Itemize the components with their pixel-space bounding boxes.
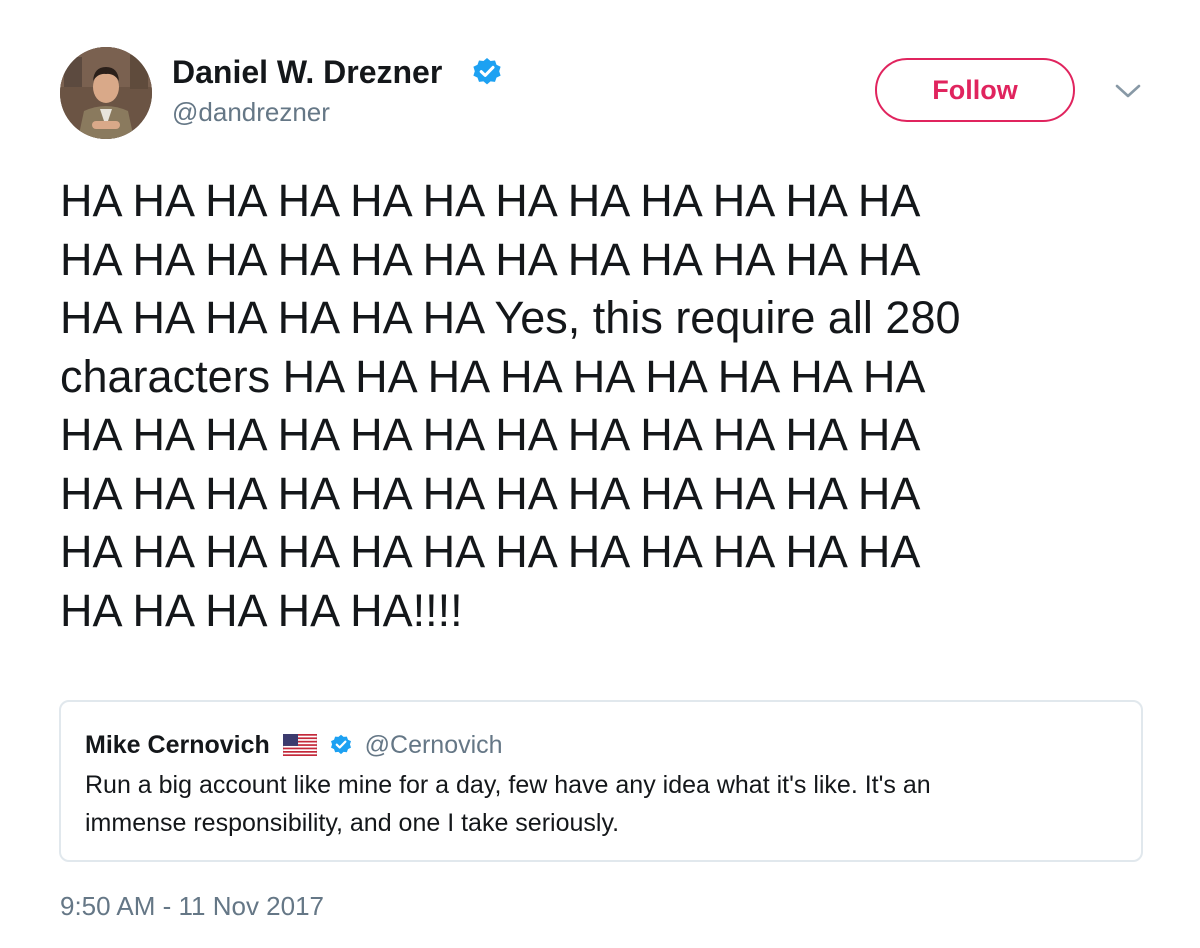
tweet-timestamp[interactable]: 9:50 AM - 11 Nov 2017 [60,889,324,923]
tweet-text: HA HA HA HA HA HA HA HA HA HA HA HA HA H… [60,172,1150,640]
us-flag-icon [282,734,317,756]
author-name[interactable]: Daniel W. Drezner [172,52,442,92]
follow-button[interactable]: Follow [875,58,1075,122]
tweet-text-line: HA HA HA HA HA HA HA HA HA HA HA HA [60,175,921,226]
verified-badge-icon [330,734,351,755]
quoted-tweet-text-line: Run a big account like mine for a day, f… [85,771,931,799]
quoted-tweet-text-line: immense responsibility, and one I take s… [85,809,620,837]
quoted-tweet-header: Mike Cernovich @Cernovich [85,728,503,762]
tweet-text-line: HA HA HA HA HA!!!! [60,584,463,636]
tweet-text-line: HA HA HA HA HA HA Yes, this require all … [60,292,961,343]
verified-badge-icon [473,58,501,85]
quoted-author-handle: @Cernovich [364,731,503,759]
tweet-text-line: HA HA HA HA HA HA HA HA HA HA HA HA [60,409,921,460]
quoted-tweet-card[interactable]: Mike Cernovich @Cernovich Run a big acco… [59,700,1143,862]
tweet-card: Daniel W. Drezner @dandrezner Follow HA … [0,0,1200,948]
tweet-text-line: HA HA HA HA HA HA HA HA HA HA HA HA [60,233,921,285]
author-avatar[interactable] [60,47,152,139]
tweet-text-line: HA HA HA HA HA HA HA HA HA HA HA HA [60,526,921,577]
author-handle[interactable]: @dandrezner [172,95,330,129]
tweet-text-line: HA HA HA HA HA HA HA HA HA HA HA HA [60,467,921,519]
quoted-tweet-text: Run a big account like mine for a day, f… [85,766,1115,842]
quoted-author-name: Mike Cernovich [85,731,270,759]
tweet-text-line: characters HA HA HA HA HA HA HA HA HA [60,350,926,402]
chevron-down-icon[interactable] [1113,80,1143,102]
